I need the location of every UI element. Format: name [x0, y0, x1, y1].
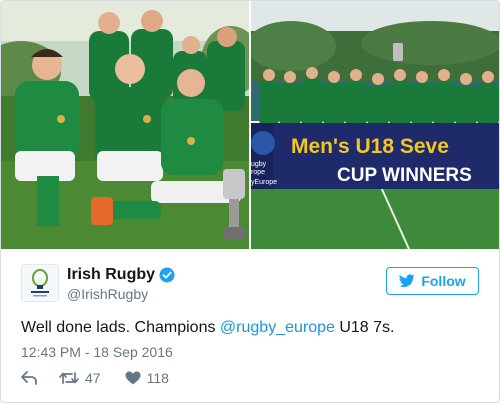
tweet-actions: 47 118: [21, 370, 169, 386]
user-handle[interactable]: @IrishRugby: [67, 286, 148, 302]
rugby-europe-logo-icon: [22, 265, 58, 301]
team-banner-photo[interactable]: ugby rope yEurope Men's U18 Seve CUP WIN…: [251, 1, 499, 249]
banner-logo-line2: rope: [251, 169, 265, 176]
reply-icon: [21, 371, 37, 385]
heart-icon: [125, 371, 141, 385]
tweet-timestamp[interactable]: 12:43 PM - 18 Sep 2016: [21, 344, 173, 360]
retweet-button[interactable]: 47: [59, 370, 101, 386]
follow-button[interactable]: Follow: [386, 267, 479, 295]
reply-button[interactable]: [21, 371, 37, 385]
tweet-text-before: Well done lads. Champions: [21, 319, 220, 336]
avatar[interactable]: [21, 264, 59, 302]
banner-subtitle: CUP WINNERS: [337, 165, 472, 186]
retweet-icon: [59, 372, 79, 384]
verified-badge-icon: [159, 267, 175, 283]
twitter-bird-icon: [399, 274, 416, 287]
like-count: 118: [146, 370, 169, 386]
banner-logo-line3: yEurope: [251, 179, 277, 186]
tweet-card: ugby rope yEurope Men's U18 Seve CUP WIN…: [0, 0, 500, 403]
tweet-media[interactable]: ugby rope yEurope Men's U18 Seve CUP WIN…: [1, 1, 499, 249]
banner-title: Men's U18 Seve: [291, 135, 449, 158]
like-button[interactable]: 118: [125, 370, 169, 386]
team-celebration-photo[interactable]: [1, 1, 249, 249]
retweet-count: 47: [85, 370, 101, 386]
display-name[interactable]: Irish Rugby: [67, 266, 155, 284]
follow-label: Follow: [421, 273, 466, 289]
mention-link[interactable]: @rugby_europe: [220, 319, 335, 336]
tweet-body: Irish Rugby @IrishRugby Follow Well done…: [1, 249, 499, 402]
tweet-text: Well done lads. Champions @rugby_europe …: [21, 319, 395, 337]
tweet-text-after: U18 7s.: [334, 319, 395, 336]
banner-logo-line1: ugby: [251, 161, 267, 168]
